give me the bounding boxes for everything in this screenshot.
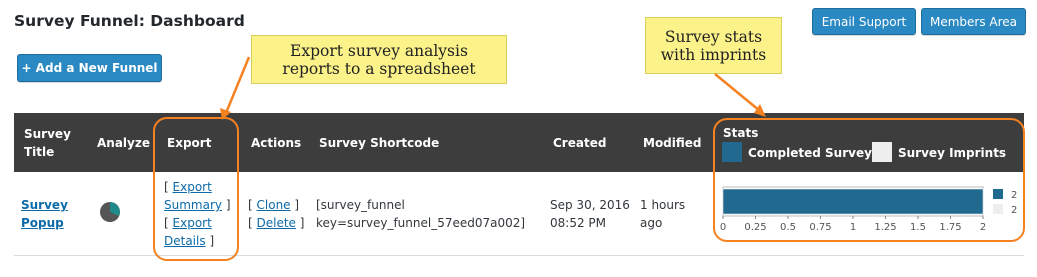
survey-title-link[interactable]: Survey Popup	[21, 196, 68, 232]
callout-line: Survey stats	[664, 27, 763, 46]
export-links: [ Export Summary ] [ Export Details ]	[164, 178, 231, 250]
export-details-link[interactable]: Details	[164, 234, 206, 248]
legend-value: 2	[1011, 190, 1017, 201]
export-summary-link[interactable]: Summary	[164, 198, 222, 212]
callout-line: reports to a spreadsheet	[282, 59, 476, 78]
header-analyze: Analyze	[97, 136, 150, 150]
legend-swatch	[993, 204, 1003, 214]
header-survey-title: Survey Title	[24, 125, 71, 161]
x-tick-label: 1.5	[910, 222, 926, 233]
email-support-button[interactable]: Email Support	[812, 8, 916, 35]
modified-line: 1 hours	[640, 198, 686, 212]
export-details-link[interactable]: Export	[173, 216, 212, 230]
page-title: Survey Funnel: Dashboard	[14, 12, 245, 30]
x-tick-label: 0	[720, 222, 726, 233]
survey-title-line[interactable]: Survey	[21, 198, 68, 212]
header-stats: Stats	[723, 126, 759, 140]
x-tick-label: 1.25	[874, 222, 896, 233]
row-divider	[14, 255, 1024, 256]
bracket: [	[164, 216, 169, 230]
legend-swatch	[993, 189, 1003, 199]
header-actions: Actions	[251, 136, 302, 150]
survey-title-line[interactable]: Popup	[21, 216, 64, 230]
x-tick-label: 0.25	[744, 222, 766, 233]
created-line: Sep 30, 2016	[550, 198, 630, 212]
x-tick-label: 0.75	[809, 222, 831, 233]
modified-line: ago	[640, 216, 663, 230]
bar-survey-imprints	[723, 214, 983, 215]
delete-link[interactable]: Delete	[257, 216, 296, 230]
bracket: [	[248, 216, 253, 230]
export-callout: Export survey analysis reports to a spre…	[251, 35, 507, 84]
bar-completed-surveys	[722, 188, 984, 215]
export-summary-link[interactable]: Export	[173, 180, 212, 194]
bracket: ]	[225, 198, 231, 212]
bracket: [	[248, 198, 253, 212]
shortcode-line: [survey_funnel	[316, 198, 405, 212]
callout-line: Export survey analysis	[290, 41, 468, 60]
clone-link[interactable]: Clone	[257, 198, 291, 212]
legend-imprints-label: Survey Imprints	[898, 146, 1007, 160]
header-created: Created	[553, 136, 607, 150]
legend-imprints-swatch	[872, 142, 892, 162]
survey-shortcode: [survey_funnel key=survey_funnel_57eed07…	[316, 196, 525, 232]
header-export: Export	[167, 136, 212, 150]
legend-completed-swatch	[722, 142, 742, 162]
modified-time: 1 hours ago	[640, 196, 685, 232]
members-area-button[interactable]: Members Area	[921, 8, 1026, 35]
header-modified: Modified	[643, 136, 702, 150]
bracket: ]	[299, 216, 305, 230]
callout-line: with imprints	[660, 45, 767, 64]
x-tick-label: 2	[980, 222, 986, 233]
shortcode-line: key=survey_funnel_57eed07a002]	[316, 216, 526, 230]
x-tick-label: 0.5	[780, 222, 796, 233]
add-new-funnel-button[interactable]: + Add a New Funnel	[17, 54, 162, 82]
legend-value: 2	[1011, 205, 1017, 216]
actions-links: [ Clone ] [ Delete ]	[248, 196, 304, 232]
bracket: ]	[209, 234, 215, 248]
analyze-pie-icon[interactable]	[100, 202, 120, 222]
stats-callout: Survey stats with imprints	[645, 17, 782, 74]
created-date: Sep 30, 2016 08:52 PM	[550, 196, 630, 232]
x-tick-label: 1.75	[939, 222, 961, 233]
header-label: Title	[24, 145, 55, 159]
bracket: ]	[294, 198, 300, 212]
header-label: Survey	[24, 127, 71, 141]
header-shortcode: Survey Shortcode	[319, 136, 440, 150]
legend-completed-label: Completed Surveys	[748, 146, 880, 160]
stats-bar-chart: 0 0.25 0.5 0.75 1 1.25 1.5 1.75 2 2 2	[720, 186, 1017, 233]
x-tick-label: 1	[850, 222, 856, 233]
created-line: 08:52 PM	[550, 216, 606, 230]
bracket: [	[164, 180, 169, 194]
